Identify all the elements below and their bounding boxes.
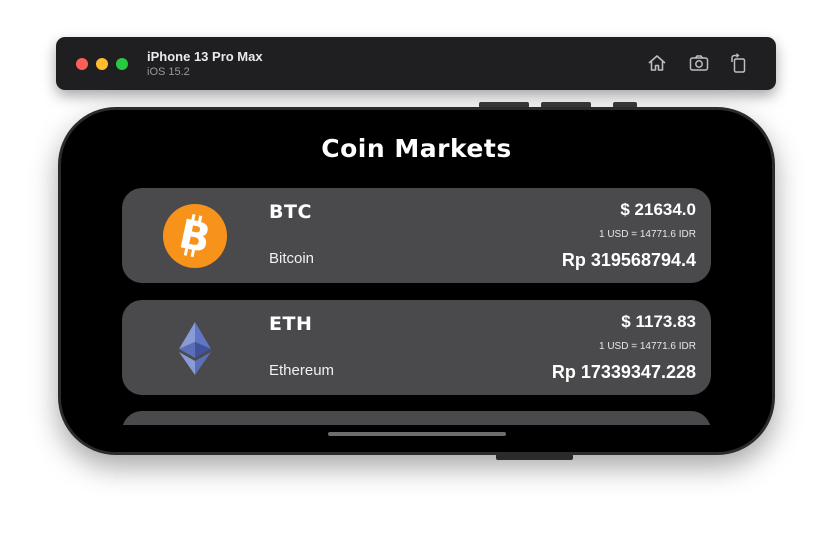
coin-list[interactable]: B BTC Bitcoin $ 21634.0 1 USD = 14771.6 … [122,188,712,425]
coin-symbol: ETH [269,313,313,335]
minimize-window-button[interactable] [96,58,108,70]
rotate-icon [731,53,746,73]
coin-symbol: BTC [269,201,312,223]
rotate-button[interactable] [728,53,750,73]
simulator-toolbar: iPhone 13 Pro Max iOS 15.2 [56,37,776,90]
coin-price-idr: Rp 319568794.4 [561,250,696,270]
exchange-rate: 1 USD = 14771.6 IDR [599,341,696,352]
page-title: Coin Markets [321,134,512,163]
device-name: iPhone 13 Pro Max [147,49,263,64]
coin-price-idr: Rp 17339347.228 [551,362,696,382]
iphone-device-frame: Coin Markets B BTC Bitcoin $ 21634.0 1 U… [58,107,775,455]
home-indicator[interactable] [328,432,506,436]
zoom-window-button[interactable] [116,58,128,70]
coin-price-usd: $ 1173.83 [621,312,696,331]
os-version: iOS 15.2 [147,66,190,78]
coin-name: Ethereum [269,362,335,379]
coin-card-partial[interactable] [122,411,711,425]
device-bezel: Coin Markets B BTC Bitcoin $ 21634.0 1 U… [61,110,772,452]
bitcoin-icon: B [163,204,227,268]
coin-card-btc[interactable]: B BTC Bitcoin $ 21634.0 1 USD = 14771.6 … [122,188,711,283]
home-icon [648,55,666,71]
exchange-rate: 1 USD = 14771.6 IDR [599,229,696,240]
app-screen: Coin Markets B BTC Bitcoin $ 21634.0 1 U… [61,110,772,452]
screenshot-button[interactable] [688,53,710,73]
coin-name: Bitcoin [269,250,315,267]
close-window-button[interactable] [76,58,88,70]
screenshot-icon [689,55,709,71]
coin-card-eth[interactable]: ETH Ethereum $ 1173.83 1 USD = 14771.6 I… [122,300,711,395]
home-button[interactable] [646,53,668,73]
coin-price-usd: $ 21634.0 [620,200,696,219]
ethereum-icon [179,322,211,375]
